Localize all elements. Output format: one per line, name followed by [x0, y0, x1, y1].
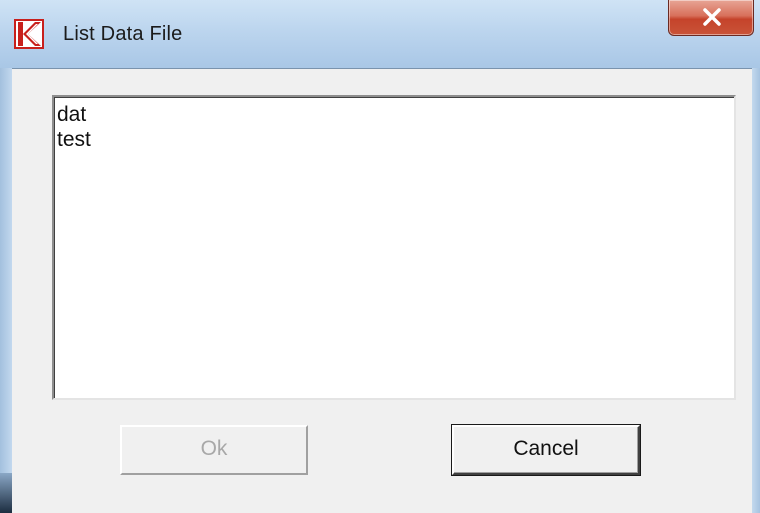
- window-title: List Data File: [63, 23, 183, 45]
- window-frame-right: [752, 68, 760, 513]
- close-button[interactable]: [668, 0, 754, 36]
- k-logo-icon: [14, 19, 44, 49]
- close-icon: [703, 8, 721, 26]
- window-frame-left: [0, 68, 12, 513]
- list-item-dat[interactable]: dat: [54, 102, 734, 127]
- list-item-test[interactable]: test: [54, 127, 734, 152]
- ok-button[interactable]: Ok: [120, 425, 308, 475]
- title-bar[interactable]: List Data File: [0, 0, 760, 68]
- cancel-button[interactable]: Cancel: [452, 425, 640, 475]
- list-data-file-dialog: List Data File dat test Ok Cancel: [0, 0, 760, 513]
- data-file-listbox[interactable]: dat test: [52, 95, 736, 400]
- list-items: dat test: [54, 97, 734, 152]
- dialog-body: dat test Ok Cancel: [12, 68, 752, 513]
